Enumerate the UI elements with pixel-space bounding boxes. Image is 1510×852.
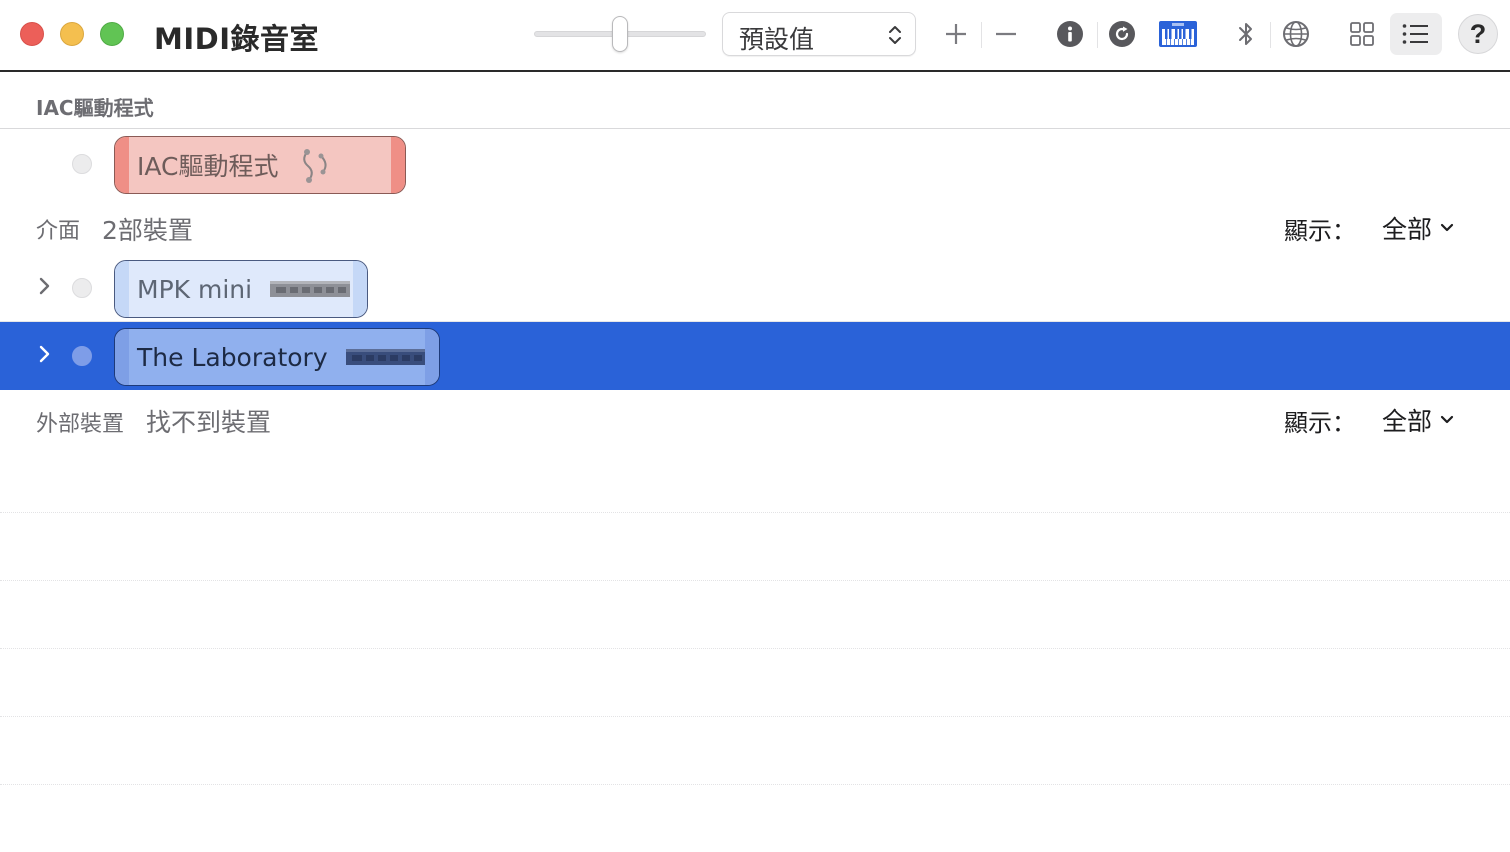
chip-edge: [353, 261, 367, 317]
grid-view-icon: [1350, 22, 1374, 46]
preset-popup-button[interactable]: 預設值: [722, 12, 916, 56]
remove-button[interactable]: [986, 14, 1026, 54]
empty-row-divider: [0, 648, 1510, 649]
external-section-header: 外部裝置: [36, 412, 125, 437]
interfaces-show-label: 顯示：: [1284, 217, 1356, 245]
toolbar-separator: [1097, 22, 1098, 48]
icon-view-button[interactable]: [1342, 14, 1382, 54]
help-icon: ?: [1469, 18, 1487, 49]
show-filter-value: 全部: [1382, 407, 1433, 436]
toolbar: MIDI錄音室 預設值 ?: [0, 0, 1510, 72]
icon-size-slider[interactable]: [534, 16, 706, 52]
external-show-filter[interactable]: 全部: [1382, 402, 1454, 438]
external-show-label: 顯示：: [1284, 409, 1356, 437]
chip-edge: [425, 329, 439, 385]
device-label: MPK mini: [137, 274, 253, 304]
device-row-mpk-mini[interactable]: MPK mini: [0, 254, 1510, 322]
zoom-window-button[interactable]: [100, 22, 124, 46]
rack-device-icon: [345, 349, 426, 365]
device-label: The Laboratory: [137, 342, 328, 372]
empty-row-divider: [0, 512, 1510, 513]
section-divider: [0, 128, 1510, 129]
status-dot: [72, 154, 92, 174]
chevron-down-icon: [1440, 223, 1454, 232]
chevron-down-icon: [1440, 415, 1454, 424]
network-icon: [1283, 21, 1309, 47]
list-view-icon: [1402, 24, 1428, 44]
chip-edge: [115, 137, 129, 193]
bluetooth-icon: [1239, 23, 1252, 45]
slider-knob[interactable]: [612, 16, 628, 52]
list-view-button[interactable]: [1390, 13, 1442, 55]
empty-row-divider: [0, 716, 1510, 717]
toolbar-separator: [981, 22, 982, 48]
chip-edge: [115, 261, 129, 317]
refresh-icon: [1109, 21, 1135, 47]
rack-device-icon: [270, 281, 351, 297]
keyboard-icon: [1159, 21, 1197, 47]
help-button[interactable]: ?: [1458, 14, 1498, 54]
add-button[interactable]: [936, 14, 976, 54]
empty-row-divider: [0, 784, 1510, 785]
minimize-window-button[interactable]: [60, 22, 84, 46]
interfaces-show-filter[interactable]: 全部: [1382, 210, 1454, 246]
plus-icon: [946, 24, 966, 44]
external-status: 找不到裝置: [146, 408, 272, 437]
interfaces-device-count: 2部裝置: [102, 216, 193, 245]
status-dot: [72, 278, 92, 298]
preset-label: 預設值: [739, 25, 815, 54]
rescan-button[interactable]: [1102, 14, 1142, 54]
iac-driver-device[interactable]: IAC驅動程式: [114, 136, 406, 194]
info-icon: [1057, 21, 1083, 47]
chip-edge: [391, 137, 405, 193]
interfaces-section-header: 介面: [36, 219, 81, 244]
up-down-arrows-icon: [889, 26, 901, 44]
disclosure-chevron-icon[interactable]: [36, 342, 54, 366]
device-label: IAC驅動程式: [137, 152, 279, 181]
status-dot: [72, 346, 92, 366]
toolbar-separator: [1270, 22, 1271, 48]
close-window-button[interactable]: [20, 22, 44, 46]
device-row-the-laboratory[interactable]: The Laboratory: [0, 322, 1510, 390]
iac-driver-row[interactable]: IAC驅動程式: [0, 130, 1510, 198]
show-info-button[interactable]: [1050, 14, 1090, 54]
test-setup-button[interactable]: [1158, 14, 1198, 54]
minus-icon: [996, 32, 1016, 36]
chip-edge: [115, 329, 129, 385]
network-button[interactable]: [1276, 14, 1316, 54]
the-laboratory-device[interactable]: The Laboratory: [114, 328, 440, 386]
iac-section-header: IAC驅動程式: [36, 96, 154, 120]
midi-cable-icon: [302, 149, 327, 183]
show-filter-value: 全部: [1382, 215, 1433, 244]
empty-row-divider: [0, 580, 1510, 581]
mpk-mini-device[interactable]: MPK mini: [114, 260, 368, 318]
disclosure-chevron-icon[interactable]: [36, 274, 54, 298]
bluetooth-button[interactable]: [1226, 14, 1266, 54]
window-title: MIDI錄音室: [154, 22, 320, 56]
